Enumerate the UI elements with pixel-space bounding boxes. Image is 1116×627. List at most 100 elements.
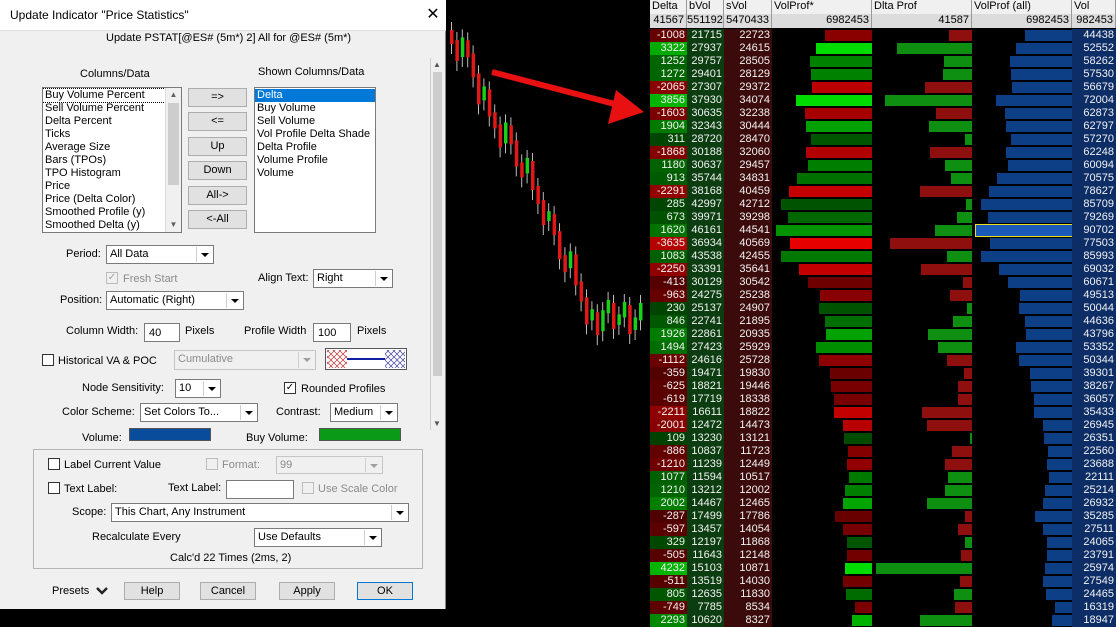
- volume-profile-bar: [1048, 446, 1072, 457]
- columns-scrollbar[interactable]: ▲ ▼: [165, 88, 181, 232]
- grid-cell: 20935: [724, 328, 772, 341]
- grid-header[interactable]: VolProf*: [772, 0, 872, 14]
- grid-cell: 11594: [687, 471, 724, 484]
- grid-header[interactable]: VolProf (all): [972, 0, 1072, 14]
- fresh-start-checkbox[interactable]: ✓: [106, 272, 118, 284]
- chevron-down-icon[interactable]: [375, 271, 391, 286]
- format-checkbox[interactable]: [206, 458, 218, 470]
- text-label-checkbox[interactable]: [48, 482, 60, 494]
- use-scale-color-checkbox[interactable]: [302, 482, 314, 494]
- price-statistics-grid[interactable]: Delta41567bVol5511920sVol5470433VolProf*…: [650, 0, 1116, 627]
- node-sensitivity-select[interactable]: 10: [175, 379, 221, 398]
- label-current-value-checkbox[interactable]: [48, 458, 60, 470]
- chevron-down-icon[interactable]: [298, 352, 314, 368]
- shown-list-item[interactable]: Volume: [255, 167, 375, 180]
- chevron-down-icon[interactable]: [196, 247, 212, 262]
- delta-profile-bar: [945, 160, 972, 171]
- delta-profile-bar: [876, 563, 972, 574]
- period-select[interactable]: All Data: [106, 245, 214, 264]
- columns-list-item[interactable]: Sell Volume Percent: [43, 102, 181, 115]
- apply-button[interactable]: Apply: [279, 582, 335, 600]
- grid-cell: 27937: [687, 42, 724, 55]
- shown-list-item[interactable]: Vol Profile Delta Shade: [255, 128, 375, 141]
- va-line-style-swatch[interactable]: [325, 348, 407, 370]
- move-up-button[interactable]: Up: [188, 137, 247, 156]
- remove-all-button[interactable]: <-All: [188, 210, 247, 229]
- cancel-button[interactable]: Cancel: [200, 582, 256, 600]
- grid-header[interactable]: Dlta Prof: [872, 0, 972, 14]
- scroll-down-icon[interactable]: ▼: [166, 218, 181, 232]
- presets-label[interactable]: Presets: [52, 585, 89, 597]
- historical-mode-select[interactable]: Cumulative: [174, 350, 316, 370]
- profile-width-input[interactable]: 100: [313, 323, 351, 342]
- text-label-input[interactable]: [226, 480, 294, 499]
- columns-list-item[interactable]: Average Size: [43, 141, 181, 154]
- scroll-up-icon[interactable]: ▲: [166, 88, 181, 102]
- grid-cell: -413: [650, 276, 687, 289]
- scroll-up-icon[interactable]: ▲: [433, 60, 441, 69]
- volume-profile-bar: [1030, 368, 1072, 379]
- buy-volume-color-swatch[interactable]: [319, 428, 401, 441]
- contrast-select[interactable]: Medium: [330, 403, 398, 422]
- chevron-down-icon[interactable]: [203, 381, 219, 396]
- historical-va-checkbox[interactable]: [42, 354, 54, 366]
- grid-cell: -749: [650, 601, 687, 614]
- shown-list-item[interactable]: Buy Volume: [255, 102, 375, 115]
- scroll-thumb[interactable]: [433, 72, 442, 376]
- chevron-down-icon[interactable]: [95, 585, 109, 597]
- grid-header[interactable]: bVol: [687, 0, 724, 14]
- position-select[interactable]: Automatic (Right): [106, 291, 244, 310]
- chevron-down-icon[interactable]: [226, 293, 242, 308]
- remove-column-button[interactable]: <=: [188, 112, 247, 131]
- columns-list-item[interactable]: Smoothed Delta (y): [43, 219, 181, 232]
- shown-list-item[interactable]: Sell Volume: [255, 115, 375, 128]
- chevron-down-icon[interactable]: [380, 405, 396, 420]
- scroll-down-icon[interactable]: ▼: [433, 419, 441, 428]
- columns-listbox[interactable]: Buy Volume Percent Sell Volume Percent Del…: [42, 87, 182, 233]
- scroll-thumb[interactable]: [168, 103, 179, 185]
- chevron-down-icon[interactable]: [391, 505, 407, 520]
- recalculate-select[interactable]: Use Defaults: [254, 528, 382, 547]
- columns-list-item[interactable]: Buy Volume Percent: [43, 88, 181, 103]
- shown-list-item[interactable]: Delta Profile: [255, 141, 375, 154]
- grid-cell: 14054: [724, 523, 772, 536]
- grid-header[interactable]: sVol: [724, 0, 772, 14]
- profile-width-units: Pixels: [357, 325, 387, 337]
- grid-cell: 32238: [724, 107, 772, 120]
- shown-list-item[interactable]: Volume Profile: [255, 154, 375, 167]
- format-select[interactable]: 99: [276, 456, 383, 474]
- volume-profile-bar: [1008, 160, 1072, 171]
- columns-list-item[interactable]: Price (Delta Color): [43, 193, 181, 206]
- scope-select[interactable]: This Chart, Any Instrument: [111, 503, 409, 522]
- chevron-down-icon[interactable]: [364, 530, 380, 545]
- grid-header[interactable]: Delta: [650, 0, 687, 14]
- grid-cell: 12148: [724, 549, 772, 562]
- volume-color-swatch[interactable]: [129, 428, 211, 441]
- column-width-input[interactable]: 40: [144, 323, 180, 342]
- volume-profile-bar: [1019, 355, 1072, 366]
- rounded-profiles-checkbox[interactable]: ✓: [284, 382, 296, 394]
- add-column-button[interactable]: =>: [188, 88, 247, 107]
- grid-cell: 14030: [724, 575, 772, 588]
- columns-list-item[interactable]: Smoothed Profile (y): [43, 206, 181, 219]
- align-text-select[interactable]: Right: [313, 269, 393, 288]
- grid-header[interactable]: Vol: [1072, 0, 1116, 14]
- dialog-scrollbar[interactable]: ▲ ▼: [430, 58, 445, 430]
- columns-list-item[interactable]: Bars (TPOs): [43, 154, 181, 167]
- color-scheme-select[interactable]: Set Colors To...: [140, 403, 258, 422]
- close-icon[interactable]: ✕: [424, 4, 442, 24]
- shown-columns-listbox[interactable]: Delta Buy Volume Sell Volume Vol Profile De…: [254, 87, 376, 233]
- dialog-titlebar[interactable]: Update Indicator "Price Statistics" ✕: [0, 0, 446, 31]
- columns-list-item[interactable]: Delta Percent: [43, 115, 181, 128]
- columns-list-item[interactable]: TPO Histogram: [43, 167, 181, 180]
- ok-button[interactable]: OK: [357, 582, 413, 600]
- chevron-down-icon[interactable]: [365, 458, 381, 472]
- help-button[interactable]: Help: [124, 582, 180, 600]
- move-down-button[interactable]: Down: [188, 161, 247, 180]
- add-all-button[interactable]: All->: [188, 186, 247, 205]
- shown-list-item[interactable]: Delta: [255, 89, 375, 102]
- columns-list-item[interactable]: Ticks: [43, 128, 181, 141]
- chevron-down-icon[interactable]: [240, 405, 256, 420]
- grid-total: 5470433: [724, 14, 772, 28]
- columns-list-item[interactable]: Price: [43, 180, 181, 193]
